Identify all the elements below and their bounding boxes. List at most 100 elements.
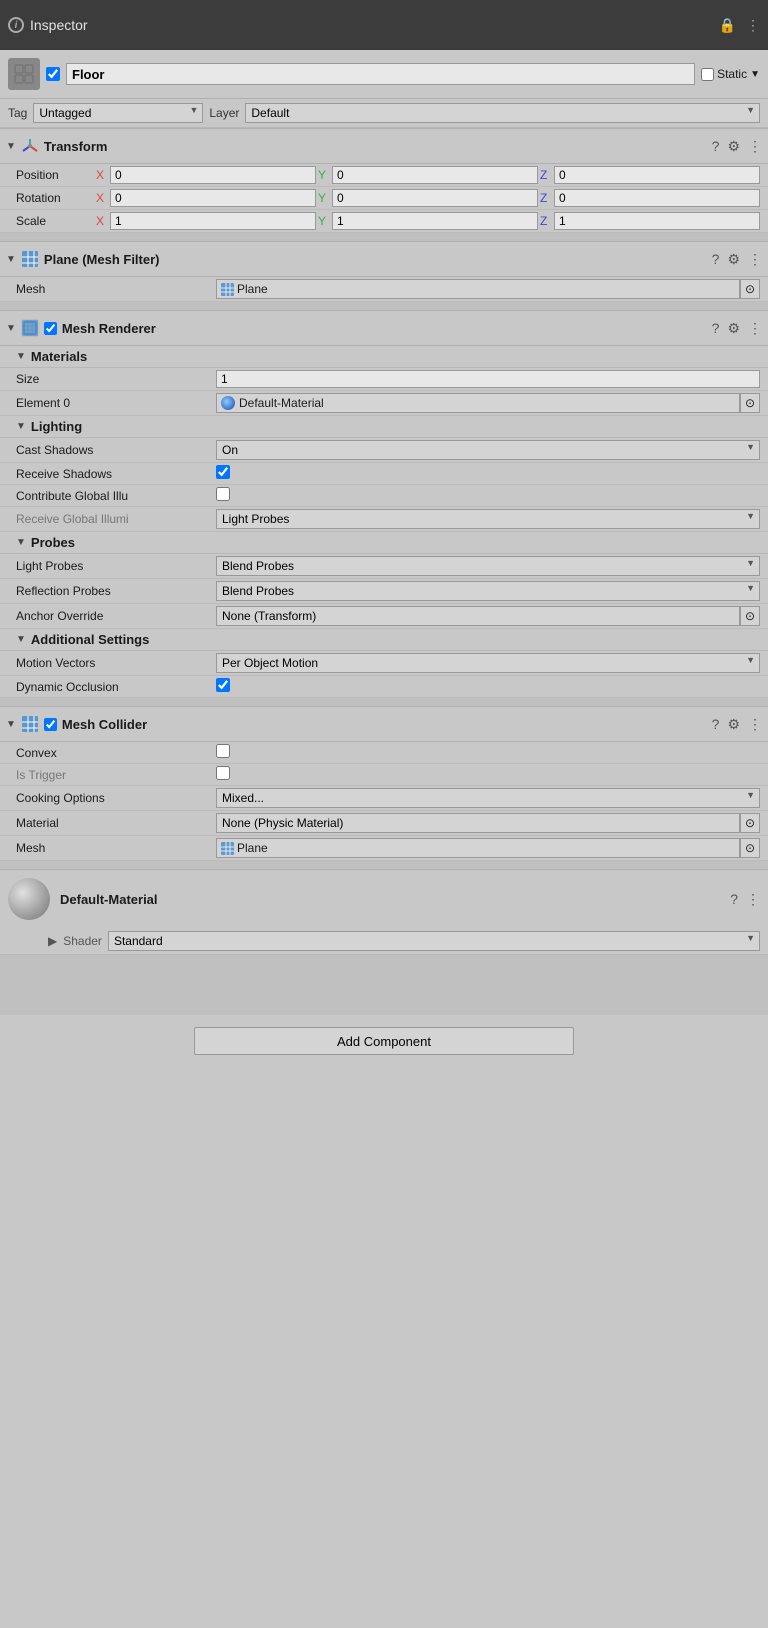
scale-label: Scale <box>16 214 96 228</box>
mesh-renderer-header-icons: ? ⚙ ⋮ <box>712 320 762 337</box>
mesh-collider-header: ▼ Mesh Collider ? ⚙ ⋮ <box>0 706 768 742</box>
transform-settings-icon[interactable]: ⚙ <box>727 138 740 155</box>
mesh-filter-collapse-arrow[interactable]: ▼ <box>6 254 16 265</box>
mesh-collider-help-icon[interactable]: ? <box>712 716 720 732</box>
probes-collapse-arrow[interactable]: ▼ <box>16 537 26 548</box>
convex-value <box>216 744 760 761</box>
tag-label: Tag <box>8 106 27 120</box>
lighting-collapse-arrow[interactable]: ▼ <box>16 421 26 432</box>
rotation-row: Rotation X Y Z <box>0 187 768 210</box>
cooking-options-select-wrapper: Mixed... <box>216 788 760 808</box>
layer-select[interactable]: Default <box>245 103 760 123</box>
light-probes-row: Light Probes Blend Probes Off Use Proxy … <box>0 554 768 579</box>
motion-vectors-select[interactable]: Per Object Motion Camera Motion Force No… <box>216 653 760 673</box>
mesh-renderer-help-icon[interactable]: ? <box>712 320 720 336</box>
mesh-filter-mesh-value: Plane <box>237 282 735 296</box>
mesh-filter-mesh-select-btn[interactable]: ⊙ <box>740 279 760 299</box>
scale-y-input[interactable] <box>332 212 538 230</box>
static-dropdown-arrow[interactable]: ▼ <box>750 69 760 80</box>
receive-gi-select[interactable]: Light Probes Lightmaps <box>216 509 760 529</box>
mesh-filter-mesh-field: Plane ⊙ <box>216 279 760 299</box>
mesh-collider-collapse-arrow[interactable]: ▼ <box>6 719 16 730</box>
add-component-button[interactable]: Add Component <box>194 1027 574 1055</box>
y-axis-label: Y <box>318 168 330 182</box>
collider-material-input[interactable] <box>216 813 740 833</box>
shader-label: Shader <box>63 934 102 948</box>
motion-vectors-label: Motion Vectors <box>16 656 216 670</box>
transform-menu-icon[interactable]: ⋮ <box>748 138 762 155</box>
mesh-filter-settings-icon[interactable]: ⚙ <box>727 251 740 268</box>
contribute-gi-value <box>216 487 760 504</box>
rotation-y-input[interactable] <box>332 189 538 207</box>
convex-checkbox[interactable] <box>216 744 230 758</box>
cast-shadows-select[interactable]: On Off Two Sided Shadows Only <box>216 440 760 460</box>
reflection-probes-select[interactable]: Blend Probes Off Simple <box>216 581 760 601</box>
tag-select[interactable]: Untagged <box>33 103 203 123</box>
mesh-filter-menu-icon[interactable]: ⋮ <box>748 251 762 268</box>
position-y-input[interactable] <box>332 166 538 184</box>
anchor-override-label: Anchor Override <box>16 609 216 623</box>
mesh-renderer-menu-icon[interactable]: ⋮ <box>748 320 762 337</box>
menu-dots-icon[interactable]: ⋮ <box>746 17 760 34</box>
reflection-probes-row: Reflection Probes Blend Probes Off Simpl… <box>0 579 768 604</box>
collider-mesh-row: Mesh Plane ⊙ <box>0 836 768 861</box>
additional-settings-collapse-arrow[interactable]: ▼ <box>16 634 26 645</box>
position-z-input[interactable] <box>554 166 760 184</box>
materials-collapse-arrow[interactable]: ▼ <box>16 351 26 362</box>
mesh-renderer-collapse-arrow[interactable]: ▼ <box>6 323 16 334</box>
mesh-collider-enabled-checkbox[interactable] <box>44 718 57 731</box>
reflection-probes-select-wrapper: Blend Probes Off Simple <box>216 581 760 601</box>
rotation-z-input[interactable] <box>554 189 760 207</box>
mesh-renderer-enabled-checkbox[interactable] <box>44 322 57 335</box>
mesh-renderer-settings-icon[interactable]: ⚙ <box>727 320 740 337</box>
cooking-options-select[interactable]: Mixed... <box>216 788 760 808</box>
scale-z-input[interactable] <box>554 212 760 230</box>
mesh-filter-title: Plane (Mesh Filter) <box>44 252 707 267</box>
rotation-x-input[interactable] <box>110 189 316 207</box>
is-trigger-row: Is Trigger <box>0 764 768 786</box>
light-probes-select[interactable]: Blend Probes Off Use Proxy Volume <box>216 556 760 576</box>
shader-select[interactable]: Standard <box>108 931 760 951</box>
sy-axis-label: Y <box>318 214 330 228</box>
static-row: Static ▼ <box>701 67 760 81</box>
mesh-filter-mesh-label: Mesh <box>16 282 216 296</box>
transform-collapse-arrow[interactable]: ▼ <box>6 141 16 152</box>
shader-expand-icon[interactable]: ▶ <box>48 934 57 948</box>
materials-section-header: ▼ Materials <box>0 346 768 368</box>
anchor-override-input[interactable] <box>216 606 740 626</box>
receive-shadows-checkbox[interactable] <box>216 465 230 479</box>
materials-size-input[interactable] <box>216 370 760 388</box>
scale-x-input[interactable] <box>110 212 316 230</box>
mesh-filter-header: ▼ Plane (Mesh Filter) ? ⚙ ⋮ <box>0 241 768 277</box>
dynamic-occlusion-value <box>216 678 760 695</box>
receive-shadows-row: Receive Shadows <box>0 463 768 485</box>
transform-help-icon[interactable]: ? <box>712 138 720 154</box>
material-icons: ? ⋮ <box>730 891 760 908</box>
is-trigger-checkbox[interactable] <box>216 766 230 780</box>
scale-x-field: X <box>96 212 316 230</box>
material-help-icon[interactable]: ? <box>730 891 738 907</box>
static-checkbox[interactable] <box>701 68 714 81</box>
mesh-renderer-header: ▼ Mesh Renderer ? ⚙ ⋮ <box>0 310 768 346</box>
mesh-collider-menu-icon[interactable]: ⋮ <box>748 716 762 733</box>
collider-material-select-btn[interactable]: ⊙ <box>740 813 760 833</box>
tag-layer-row: Tag Untagged Layer Default <box>0 99 768 128</box>
gameobject-name-input[interactable] <box>66 63 695 85</box>
contribute-gi-checkbox[interactable] <box>216 487 230 501</box>
anchor-override-select-btn[interactable]: ⊙ <box>740 606 760 626</box>
gameobject-enabled-checkbox[interactable] <box>46 67 60 81</box>
lock-icon[interactable]: 🔒 <box>719 17 736 34</box>
add-component-row: Add Component <box>0 1015 768 1067</box>
material-menu-icon[interactable]: ⋮ <box>746 891 760 908</box>
layer-select-wrapper: Default <box>245 103 760 123</box>
materials-element0-select-btn[interactable]: ⊙ <box>740 393 760 413</box>
materials-size-label: Size <box>16 372 216 386</box>
mesh-filter-help-icon[interactable]: ? <box>712 251 720 267</box>
motion-vectors-row: Motion Vectors Per Object Motion Camera … <box>0 651 768 676</box>
collider-mesh-select-btn[interactable]: ⊙ <box>740 838 760 858</box>
lighting-title: Lighting <box>31 419 82 434</box>
position-x-input[interactable] <box>110 166 316 184</box>
transform-component-header: ▼ Transform ? ⚙ ⋮ <box>0 128 768 164</box>
dynamic-occlusion-checkbox[interactable] <box>216 678 230 692</box>
mesh-collider-settings-icon[interactable]: ⚙ <box>727 716 740 733</box>
